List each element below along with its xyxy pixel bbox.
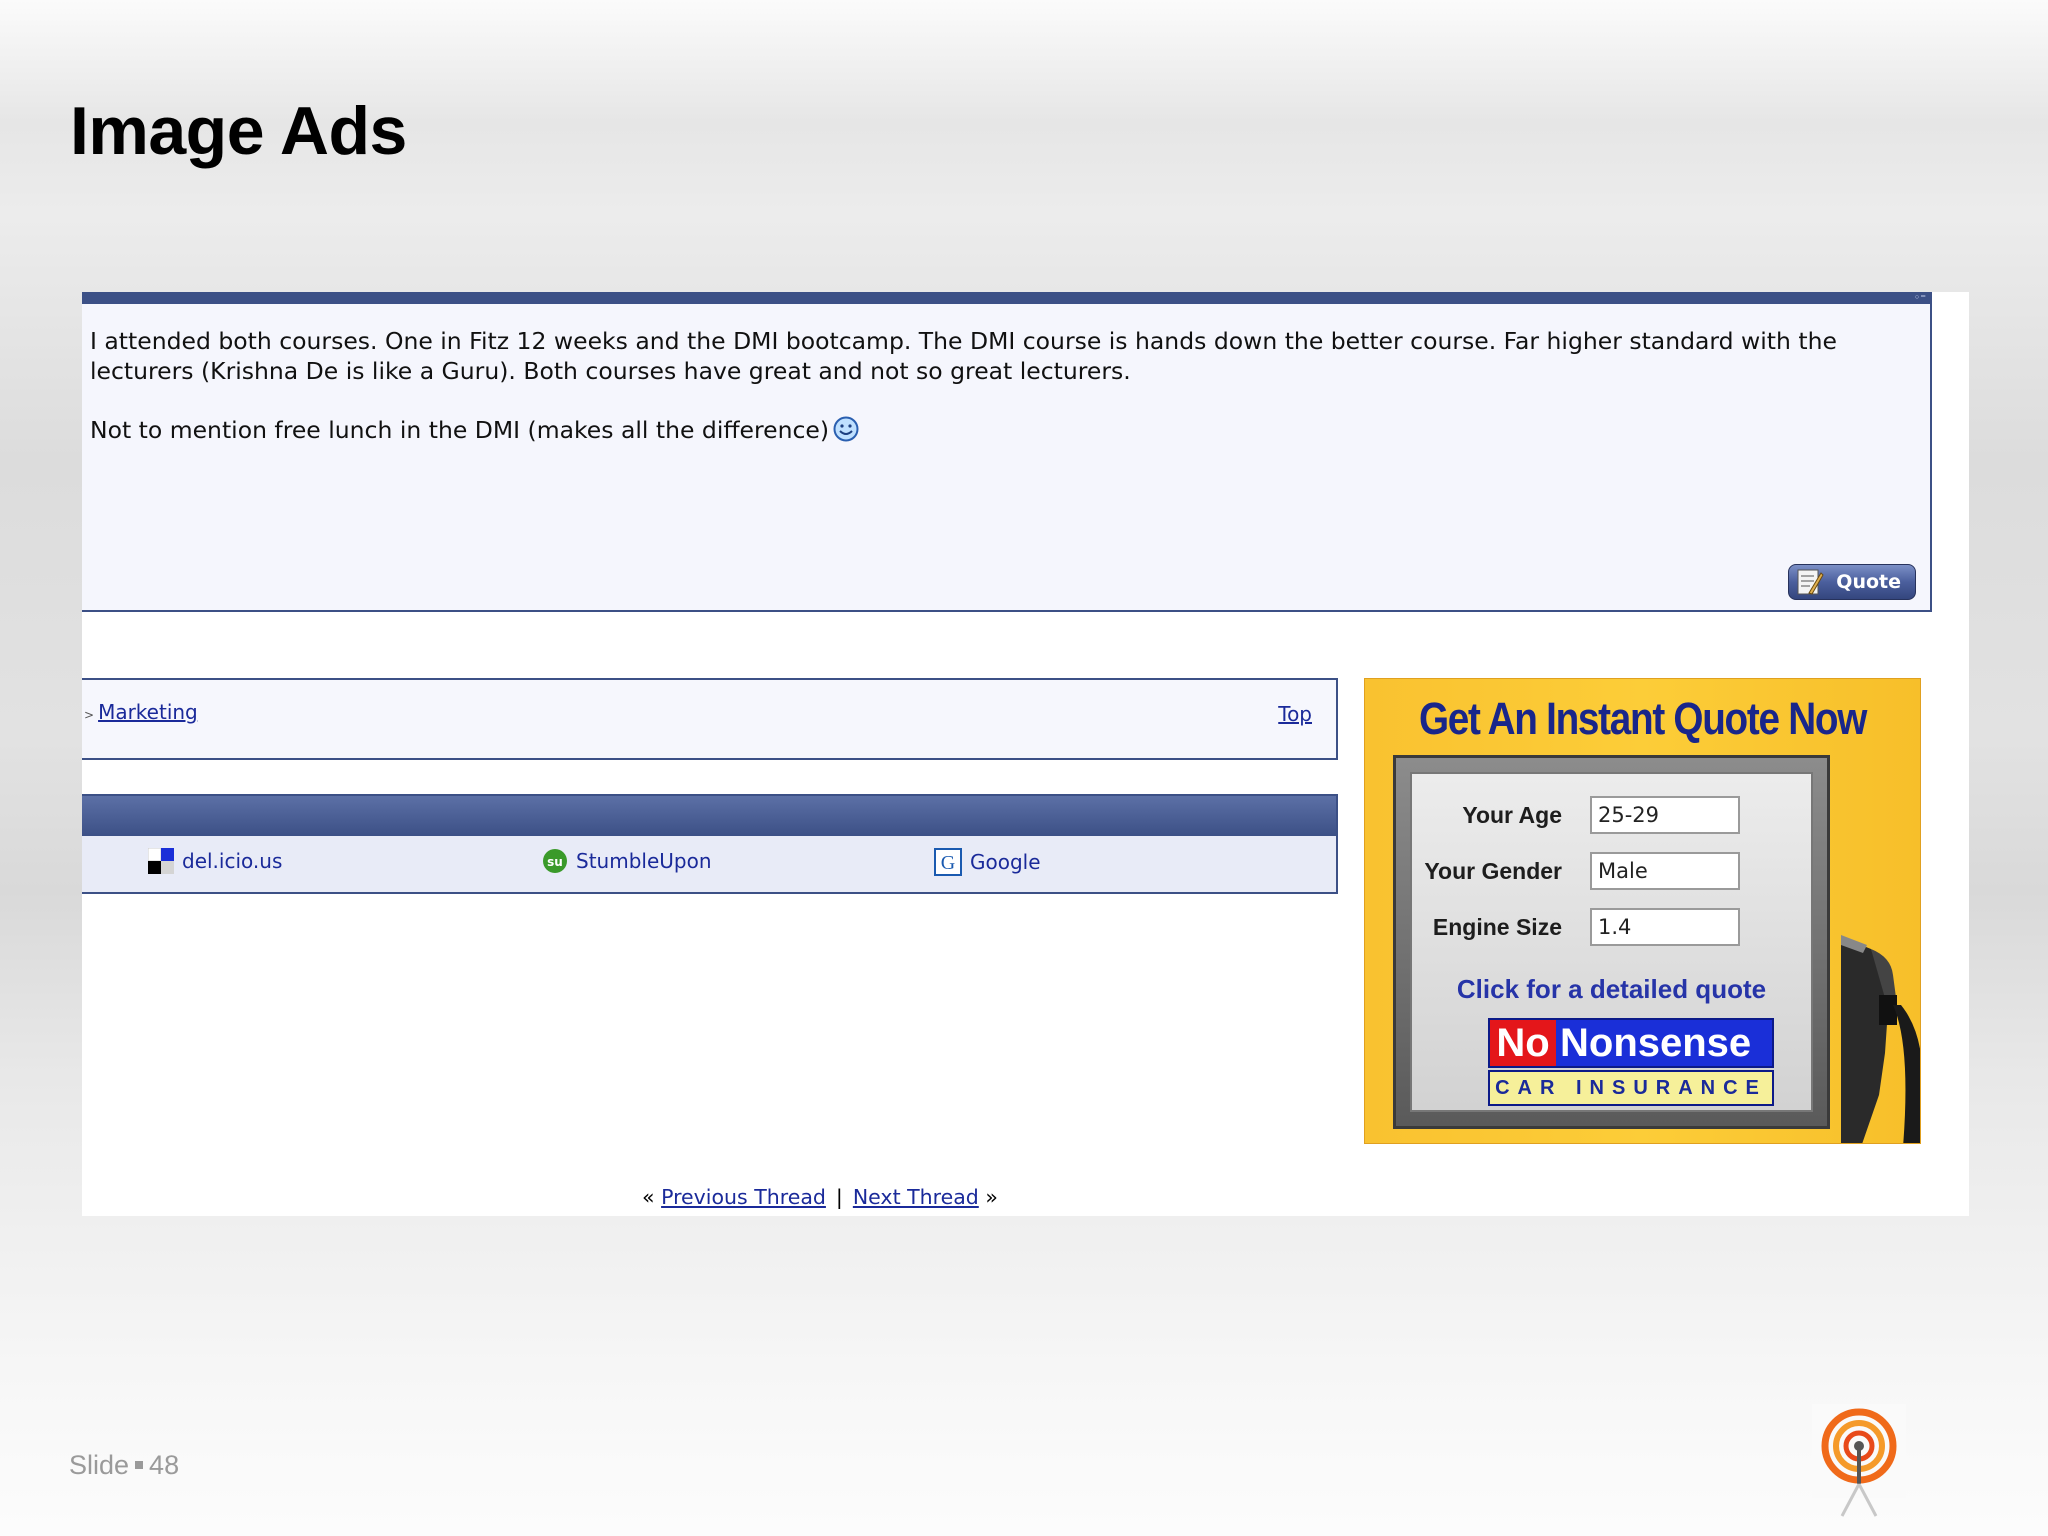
- post-text: I attended both courses. One in Fitz 12 …: [90, 326, 1920, 449]
- previous-thread-link[interactable]: Previous Thread: [661, 1185, 826, 1209]
- navigation-bar: > Marketing Top: [82, 678, 1338, 760]
- post-body: I attended both courses. One in Fitz 12 …: [82, 304, 1932, 612]
- slide-title: Image Ads: [70, 93, 407, 169]
- quote-button[interactable]: Quote: [1788, 564, 1916, 600]
- breadcrumb: > Marketing: [84, 700, 198, 724]
- detailed-quote-link[interactable]: Click for a detailed quote: [1412, 974, 1811, 1005]
- brand-name: Nonsense: [1560, 1021, 1752, 1065]
- breadcrumb-link-marketing[interactable]: Marketing: [98, 700, 198, 724]
- brand-logo: No Nonsense CAR INSURANCE: [1488, 1018, 1774, 1108]
- svg-text:su: su: [547, 855, 563, 869]
- slide-footer: Slide 48: [69, 1450, 179, 1481]
- ad-headline: Get An Instant Quote Now: [1418, 693, 1867, 744]
- post-paragraph: Not to mention free lunch in the DMI (ma…: [90, 415, 1920, 449]
- engine-size-input[interactable]: 1.4: [1590, 908, 1740, 946]
- broadcast-signal-logo-icon: [1812, 1404, 1906, 1517]
- ad-quote-frame: Your Age 25-29 Your Gender Male Engine S…: [1393, 755, 1830, 1129]
- brand-name-bar: No Nonsense: [1488, 1018, 1774, 1068]
- post-paragraph: I attended both courses. One in Fitz 12 …: [90, 327, 1837, 385]
- ad-field-label: Your Age: [1462, 802, 1562, 828]
- thread-navigation: « Previous Thread | Next Thread »: [642, 1185, 998, 1209]
- svg-text:G: G: [941, 852, 955, 874]
- gender-input[interactable]: Male: [1590, 852, 1740, 890]
- stumbleupon-icon: su: [543, 849, 567, 873]
- breadcrumb-arrow-icon: >: [84, 708, 95, 722]
- google-icon: G: [934, 848, 962, 876]
- brand-no: No: [1490, 1020, 1556, 1066]
- top-link[interactable]: Top: [1278, 702, 1312, 726]
- age-input[interactable]: 25-29: [1590, 796, 1740, 834]
- social-link-delicious[interactable]: del.icio.us: [148, 848, 282, 874]
- ad-quote-panel: Your Age 25-29 Your Gender Male Engine S…: [1410, 772, 1813, 1112]
- slide-label: Slide: [69, 1450, 130, 1480]
- fuel-pump-nozzle-icon: [1841, 935, 1920, 1143]
- thread-nav-separator: |: [835, 1185, 843, 1209]
- post-header-bar: ◦⁼: [82, 292, 1932, 304]
- quote-button-label: Quote: [1836, 571, 1901, 593]
- brand-tagline: CAR INSURANCE: [1488, 1070, 1774, 1106]
- ad-field-label: Engine Size: [1432, 914, 1562, 940]
- social-label: StumbleUpon: [576, 849, 712, 873]
- right-double-arrow-icon: »: [985, 1185, 998, 1209]
- post-paragraph-text: Not to mention free lunch in the DMI (ma…: [90, 416, 830, 444]
- footer-bullet-icon: [135, 1460, 144, 1469]
- social-label: Google: [970, 850, 1041, 874]
- next-thread-link[interactable]: Next Thread: [853, 1185, 979, 1209]
- car-insurance-ad[interactable]: Get An Instant Quote Now Your Age 25-29 …: [1364, 678, 1921, 1144]
- delicious-icon: [148, 848, 174, 874]
- forum-screenshot: ◦⁼ I attended both courses. One in Fitz …: [82, 292, 1969, 1216]
- social-bookmarks-header: [82, 796, 1336, 836]
- social-bookmarks: del.icio.us su StumbleUpon G Google: [82, 794, 1338, 894]
- ad-field-label: Your Gender: [1424, 858, 1562, 884]
- quote-icon: [1797, 569, 1824, 595]
- social-link-google[interactable]: G Google: [934, 848, 1041, 876]
- left-double-arrow-icon: «: [642, 1185, 655, 1209]
- smiley-icon: [833, 416, 859, 449]
- slide-number: 48: [149, 1450, 180, 1480]
- social-label: del.icio.us: [182, 849, 283, 873]
- social-link-stumbleupon[interactable]: su StumbleUpon: [542, 848, 712, 874]
- post-number-icon: ◦⁼: [1913, 292, 1926, 304]
